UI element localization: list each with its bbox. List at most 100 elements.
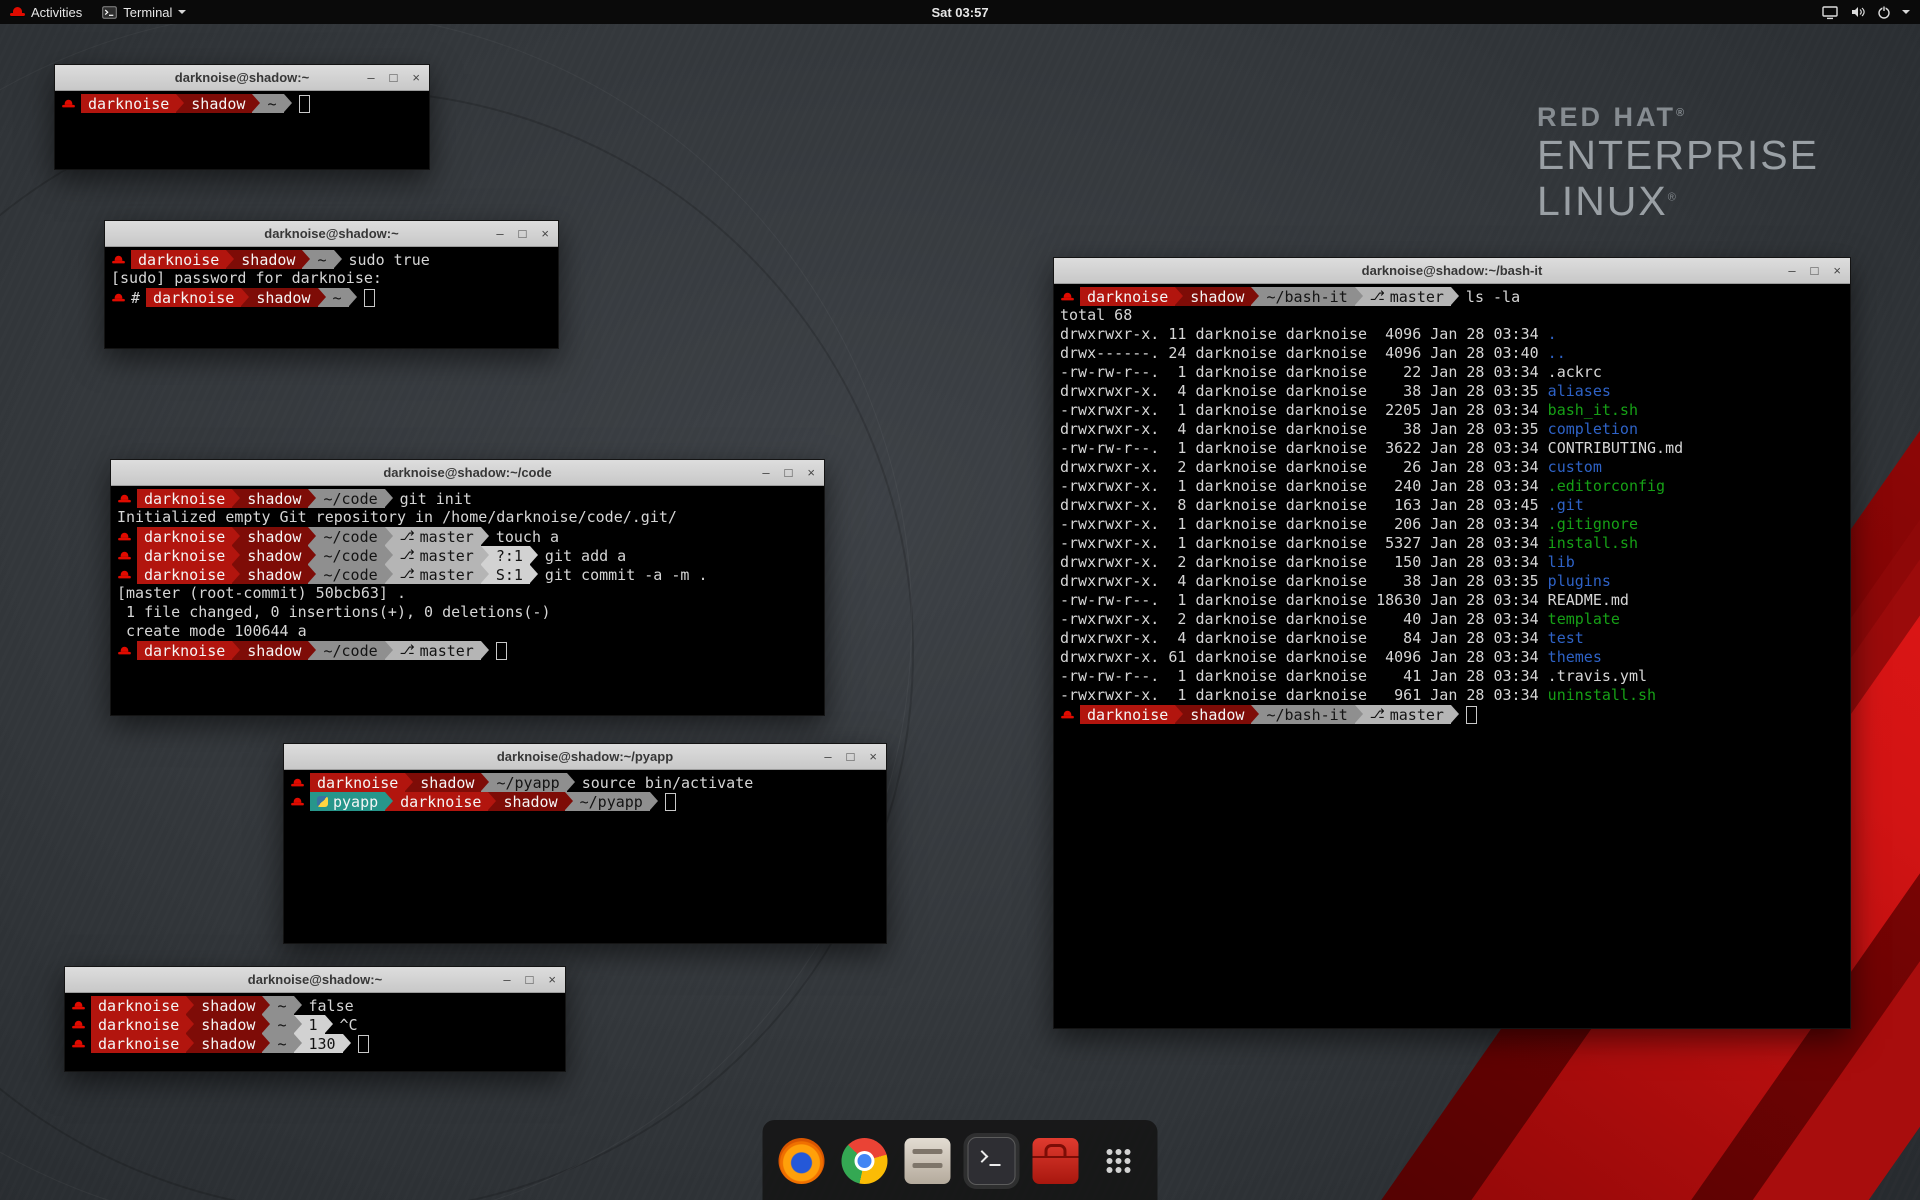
redhat-icon xyxy=(118,550,131,560)
powerline-arrow xyxy=(650,792,658,811)
file-name: install.sh xyxy=(1548,534,1638,552)
segment-text: darknoise xyxy=(317,774,398,792)
maximize-button[interactable]: □ xyxy=(526,973,534,986)
minimize-button[interactable]: – xyxy=(824,750,831,763)
terminal-window-t2[interactable]: darknoise@shadow:~–□×darknoiseshadow~sud… xyxy=(104,220,559,349)
terminal-window-t5[interactable]: darknoise@shadow:~–□×darknoiseshadow~fal… xyxy=(64,966,566,1072)
terminal-window-t3[interactable]: darknoise@shadow:~/code–□×darknoiseshado… xyxy=(110,459,825,716)
dock-app-grid-icon[interactable] xyxy=(1096,1138,1142,1184)
powerline-arrow xyxy=(308,546,316,565)
dock-chrome-icon[interactable] xyxy=(842,1138,888,1184)
terminal-window-t4[interactable]: darknoise@shadow:~/pyapp – □ × darknoiseshad… xyxy=(283,743,887,944)
segment-text: master xyxy=(1390,706,1444,724)
window-title: darknoise@shadow:~ xyxy=(264,226,398,241)
maximize-button[interactable]: □ xyxy=(390,71,398,84)
dock-files-icon[interactable] xyxy=(905,1138,951,1184)
top-bar: Activities Terminal Sat 03:57 xyxy=(0,0,1920,24)
prompt-segment-path: ~/bash-it xyxy=(1259,287,1354,306)
dock-toolbox-icon[interactable] xyxy=(1033,1138,1079,1184)
minimize-button[interactable]: – xyxy=(762,466,769,479)
powerline-arrow-tip xyxy=(385,641,393,659)
prompt-segment-path: ~/code xyxy=(316,546,384,565)
display-icon[interactable] xyxy=(1822,5,1839,20)
window-titlebar[interactable]: darknoise@shadow:~/code–□× xyxy=(111,460,824,486)
dock-firefox-icon[interactable] xyxy=(779,1138,825,1184)
terminal-window-t6[interactable]: darknoise@shadow:~/bash-it–□×darknoisesh… xyxy=(1053,257,1851,1029)
window-titlebar[interactable]: darknoise@shadow:~ – □ × xyxy=(105,221,558,247)
file-attributes: drwxrwxr-x. 2 darknoise darknoise 26 Jan… xyxy=(1060,458,1548,476)
file-attributes: drwxrwxr-x. 11 darknoise darknoise 4096 … xyxy=(1060,325,1548,343)
powerline-arrow xyxy=(481,546,489,565)
prompt-segment-status: ?:1 xyxy=(489,546,530,565)
app-menu-terminal[interactable]: Terminal xyxy=(102,0,186,24)
window-title: darknoise@shadow:~/pyapp xyxy=(497,749,673,764)
close-button[interactable]: × xyxy=(869,750,877,763)
close-button[interactable]: × xyxy=(807,466,815,479)
prompt-segment-git: ⎇master xyxy=(1363,705,1451,724)
power-icon[interactable] xyxy=(1877,5,1891,19)
dock-terminal-icon[interactable] xyxy=(968,1137,1016,1185)
powerline-arrow-tip xyxy=(318,288,326,306)
close-button[interactable]: × xyxy=(412,71,420,84)
powerline-arrow xyxy=(481,527,489,546)
powerline-arrow-tip xyxy=(405,773,413,791)
prompt-segment-host: shadow xyxy=(194,1015,262,1034)
powerline-arrow-tip xyxy=(241,288,249,306)
segment-text: ~/pyapp xyxy=(580,793,643,811)
command-text: ^C xyxy=(333,1016,358,1034)
prompt-segment-host: shadow xyxy=(240,641,308,660)
minimize-button[interactable]: – xyxy=(496,227,503,240)
window-titlebar[interactable]: darknoise@shadow:~/pyapp – □ × xyxy=(284,744,886,770)
powerline-arrow xyxy=(385,489,393,508)
prompt-segment-path: ~ xyxy=(270,1034,293,1053)
maximize-button[interactable]: □ xyxy=(519,227,527,240)
powerline-arrow xyxy=(232,565,240,584)
segment-text: shadow xyxy=(241,251,295,269)
powerline-arrow-tip xyxy=(294,1034,302,1052)
prompt-segment-path: ~/pyapp xyxy=(489,773,566,792)
close-button[interactable]: × xyxy=(541,227,549,240)
powerline-arrow-tip xyxy=(1355,287,1363,305)
powerline-arrow xyxy=(1175,705,1183,724)
file-list-row: -rwxrwxr-x. 2 darknoise darknoise 40 Jan… xyxy=(1060,610,1844,629)
minimize-button[interactable]: – xyxy=(503,973,510,986)
window-titlebar[interactable]: darknoise@shadow:~–□× xyxy=(55,65,429,91)
close-button[interactable]: × xyxy=(548,973,556,986)
segment-text: ~ xyxy=(317,251,326,269)
terminal-content[interactable]: darknoiseshadow~ xyxy=(55,91,429,169)
close-button[interactable]: × xyxy=(1833,264,1841,277)
terminal-content[interactable]: darknoiseshadow~/bash-it⎇masterls -latot… xyxy=(1054,284,1850,1028)
maximize-button[interactable]: □ xyxy=(785,466,793,479)
powerline-arrow-tip xyxy=(650,792,658,810)
terminal-prompt-line: darknoiseshadow~/pyappsource bin/activat… xyxy=(290,773,880,792)
maximize-button[interactable]: □ xyxy=(1811,264,1819,277)
file-name: . xyxy=(1548,325,1557,343)
minimize-button[interactable]: – xyxy=(1788,264,1795,277)
activities-button[interactable]: Activities xyxy=(10,0,82,24)
file-attributes: drwxrwxr-x. 8 darknoise darknoise 163 Ja… xyxy=(1060,496,1548,514)
clock[interactable]: Sat 03:57 xyxy=(931,5,988,20)
powerline-arrow-tip xyxy=(232,546,240,564)
segment-text: S:1 xyxy=(496,566,523,584)
file-list-row: drwxrwxr-x. 61 darknoise darknoise 4096 … xyxy=(1060,648,1844,667)
powerline-arrow-tip xyxy=(1175,705,1183,723)
file-attributes: -rwxrwxr-x. 2 darknoise darknoise 40 Jan… xyxy=(1060,610,1548,628)
command-text: false xyxy=(302,997,354,1015)
minimize-button[interactable]: – xyxy=(367,71,374,84)
terminal-output-line: [sudo] password for darknoise: xyxy=(111,269,552,288)
terminal-content[interactable]: darknoiseshadow~sudo true[sudo] password… xyxy=(105,247,558,348)
terminal-window-t1[interactable]: darknoise@shadow:~–□×darknoiseshadow~ xyxy=(54,64,430,170)
terminal-content[interactable]: darknoiseshadow~falsedarknoiseshadow~1^C… xyxy=(65,993,565,1071)
file-name: themes xyxy=(1548,648,1602,666)
volume-icon[interactable] xyxy=(1850,5,1866,19)
system-status-area[interactable] xyxy=(1822,0,1910,24)
redhat-icon xyxy=(291,777,304,787)
terminal-output-line: total 68 xyxy=(1060,306,1844,325)
terminal-content[interactable]: darknoiseshadow~/pyappsource bin/activat… xyxy=(284,770,886,943)
prompt-segment-host: shadow xyxy=(240,546,308,565)
maximize-button[interactable]: □ xyxy=(847,750,855,763)
window-titlebar[interactable]: darknoise@shadow:~–□× xyxy=(65,967,565,993)
window-titlebar[interactable]: darknoise@shadow:~/bash-it–□× xyxy=(1054,258,1850,284)
powerline-arrow xyxy=(262,996,270,1015)
terminal-content[interactable]: darknoiseshadow~/codegit initInitialized… xyxy=(111,486,824,715)
